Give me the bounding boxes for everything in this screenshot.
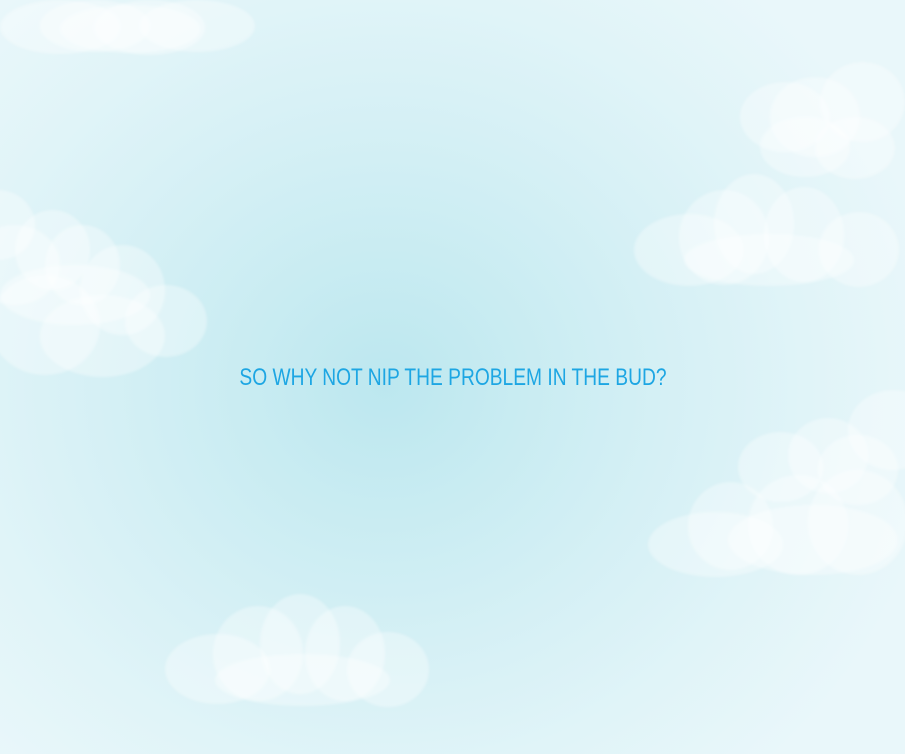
headline-text: SO WHY NOT NIP THE PROBLEM IN THE BUD? (0, 362, 905, 394)
cloud-bottom-center (165, 594, 435, 714)
headline-label: SO WHY NOT NIP THE PROBLEM IN THE BUD? (238, 364, 667, 391)
cloud-bottom-right (648, 390, 905, 590)
cloud-left-middle (0, 190, 210, 380)
cloud-top-right (740, 62, 905, 182)
cloud-top-left (0, 0, 260, 60)
cloud-right-middle (634, 172, 905, 292)
